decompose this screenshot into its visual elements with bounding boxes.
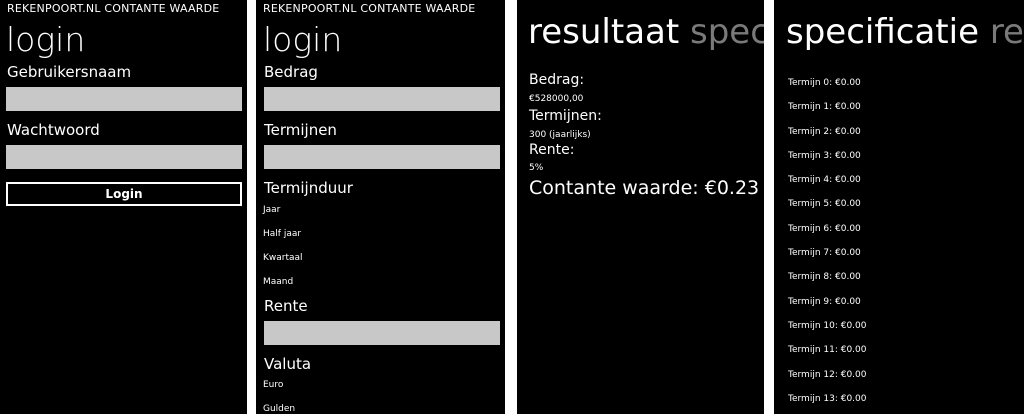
result-amount-label: Bedrag: — [529, 72, 585, 88]
currency-label: Valuta — [264, 355, 312, 373]
result-rate-label: Rente: — [529, 142, 575, 158]
list-item: Termijn 13: €0.00 — [788, 393, 867, 404]
result-terms-value: 300 (jaarlijks) — [529, 130, 591, 140]
list-item: Termijn 11: €0.00 — [788, 345, 867, 356]
duration-option-jaar[interactable]: Jaar — [263, 205, 280, 215]
login-screen: REKENPOORT.NL CONTANTE WAARDE login Gebr… — [0, 0, 247, 414]
present-value-result: Contante waarde: €0.23 — [529, 177, 760, 199]
pivot-item-specificatie[interactable]: specif — [690, 12, 764, 52]
specification-list: Termijn 0: €0.00 Termijn 1: €0.00 Termij… — [788, 78, 867, 414]
pivot-item-resultaat[interactable]: resu — [990, 12, 1024, 52]
list-item: Termijn 2: €0.00 — [788, 126, 861, 137]
list-item: Termijn 8: €0.00 — [788, 272, 861, 283]
result-amount-value: €528000,00 — [529, 94, 584, 104]
list-item: Termijn 7: €0.00 — [788, 248, 861, 259]
list-item: Termijn 5: €0.00 — [788, 199, 861, 210]
terms-input[interactable] — [264, 145, 500, 169]
username-label: Gebruikersnaam — [7, 63, 132, 81]
rate-input[interactable] — [264, 321, 500, 345]
app-title: REKENPOORT.NL CONTANTE WAARDE — [263, 2, 476, 15]
specification-screen: specificatie resu Termijn 0: €0.00 Termi… — [774, 0, 1024, 414]
username-input[interactable] — [6, 87, 242, 111]
list-item: Termijn 6: €0.00 — [788, 223, 861, 234]
page-title: login — [6, 20, 86, 59]
pivot-item-specificatie[interactable]: specificatie — [786, 12, 979, 52]
duration-option-half-jaar[interactable]: Half jaar — [263, 229, 301, 239]
rate-label: Rente — [264, 297, 308, 315]
list-item: Termijn 4: €0.00 — [788, 175, 861, 186]
result-terms-label: Termijnen: — [529, 108, 602, 124]
pivot-header: specificatie resu — [786, 12, 1024, 52]
duration-option-kwartaal[interactable]: Kwartaal — [263, 253, 303, 263]
input-screen: REKENPOORT.NL CONTANTE WAARDE login Bedr… — [256, 0, 505, 414]
currency-option-euro[interactable]: Euro — [263, 380, 283, 390]
list-item: Termijn 10: €0.00 — [788, 320, 867, 331]
app-title: REKENPOORT.NL CONTANTE WAARDE — [7, 2, 220, 15]
password-input[interactable] — [6, 145, 242, 169]
currency-option-gulden[interactable]: Gulden — [263, 404, 295, 414]
duration-option-maand[interactable]: Maand — [263, 277, 293, 287]
page-title: login — [263, 20, 343, 59]
list-item: Termijn 3: €0.00 — [788, 150, 861, 161]
duration-label: Termijnduur — [264, 179, 353, 197]
pivot-header: resultaat specif — [528, 12, 764, 52]
amount-label: Bedrag — [264, 63, 318, 81]
list-item: Termijn 12: €0.00 — [788, 369, 867, 380]
result-screen: resultaat specif Bedrag: €528000,00 Term… — [517, 0, 764, 414]
list-item: Termijn 1: €0.00 — [788, 102, 861, 113]
pivot-item-resultaat[interactable]: resultaat — [528, 12, 679, 52]
terms-label: Termijnen — [264, 121, 337, 139]
list-item: Termijn 9: €0.00 — [788, 296, 861, 307]
login-button[interactable]: Login — [6, 182, 242, 206]
list-item: Termijn 0: €0.00 — [788, 78, 861, 88]
amount-input[interactable] — [264, 87, 500, 111]
password-label: Wachtwoord — [7, 121, 100, 139]
result-rate-value: 5% — [529, 163, 544, 173]
